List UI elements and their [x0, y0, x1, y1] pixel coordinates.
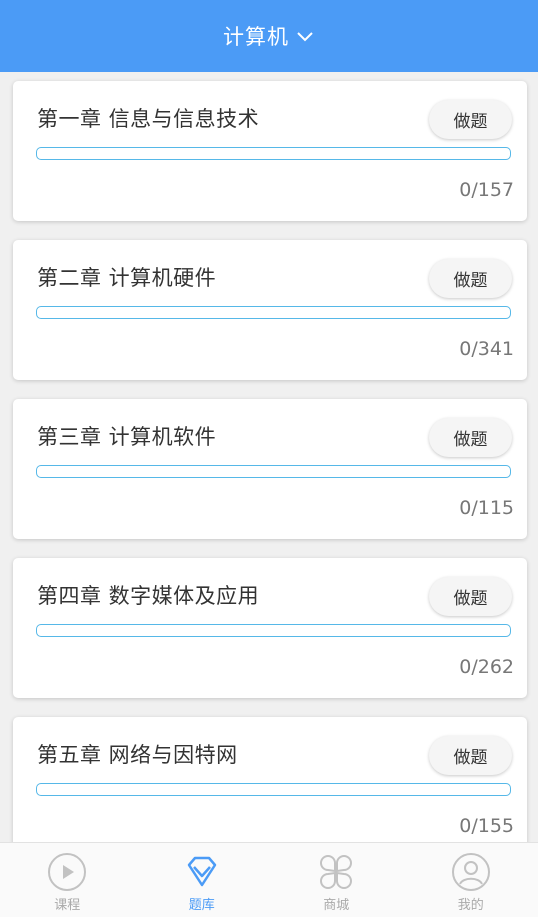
chapter-title: 第一章 信息与信息技术 — [37, 103, 259, 133]
progress-count: 0/115 — [459, 497, 514, 519]
tab-mine[interactable]: 我的 — [404, 843, 538, 917]
practice-button[interactable]: 做题 — [429, 259, 512, 298]
chapter-card[interactable]: 第五章 网络与因特网 做题 0/155 — [13, 717, 527, 842]
app-header: 计算机 — [0, 0, 538, 72]
chapter-title: 第五章 网络与因特网 — [37, 739, 238, 769]
practice-button[interactable]: 做题 — [429, 418, 512, 457]
tab-store[interactable]: 商城 — [269, 843, 404, 917]
tab-label: 商城 — [323, 894, 349, 913]
chapter-card[interactable]: 第二章 计算机硬件 做题 0/341 — [13, 240, 527, 380]
chapter-title: 第四章 数字媒体及应用 — [37, 580, 259, 610]
progress-count: 0/155 — [459, 815, 514, 837]
practice-button[interactable]: 做题 — [429, 736, 512, 775]
progress-bar — [36, 306, 511, 319]
progress-bar — [36, 783, 511, 796]
progress-count: 0/262 — [459, 656, 514, 678]
tab-question-bank[interactable]: 题库 — [135, 843, 270, 917]
clover-icon — [315, 851, 357, 893]
chapter-card[interactable]: 第一章 信息与信息技术 做题 0/157 — [13, 81, 527, 221]
progress-bar — [36, 147, 511, 160]
chapter-title: 第三章 计算机软件 — [37, 421, 216, 451]
progress-count: 0/157 — [459, 179, 514, 201]
progress-bar — [36, 465, 511, 478]
chapter-card[interactable]: 第三章 计算机软件 做题 0/115 — [13, 399, 527, 539]
chapter-list[interactable]: 第一章 信息与信息技术 做题 0/157 第二章 计算机硬件 做题 0/341 … — [0, 72, 538, 842]
diamond-icon — [181, 851, 223, 893]
play-circle-icon — [46, 851, 88, 893]
tab-course[interactable]: 课程 — [0, 843, 135, 917]
tab-label: 题库 — [189, 894, 215, 913]
progress-count: 0/341 — [459, 338, 514, 360]
practice-button[interactable]: 做题 — [429, 577, 512, 616]
chevron-down-icon — [295, 29, 315, 43]
bottom-tab-bar: 课程 题库 商城 我的 — [0, 842, 538, 917]
tab-label: 课程 — [54, 894, 80, 913]
subject-title: 计算机 — [223, 21, 289, 51]
subject-selector[interactable]: 计算机 — [223, 21, 315, 51]
progress-bar — [36, 624, 511, 637]
practice-button[interactable]: 做题 — [429, 100, 512, 139]
user-icon — [450, 851, 492, 893]
tab-label: 我的 — [458, 894, 484, 913]
chapter-title: 第二章 计算机硬件 — [37, 262, 216, 292]
chapter-card[interactable]: 第四章 数字媒体及应用 做题 0/262 — [13, 558, 527, 698]
